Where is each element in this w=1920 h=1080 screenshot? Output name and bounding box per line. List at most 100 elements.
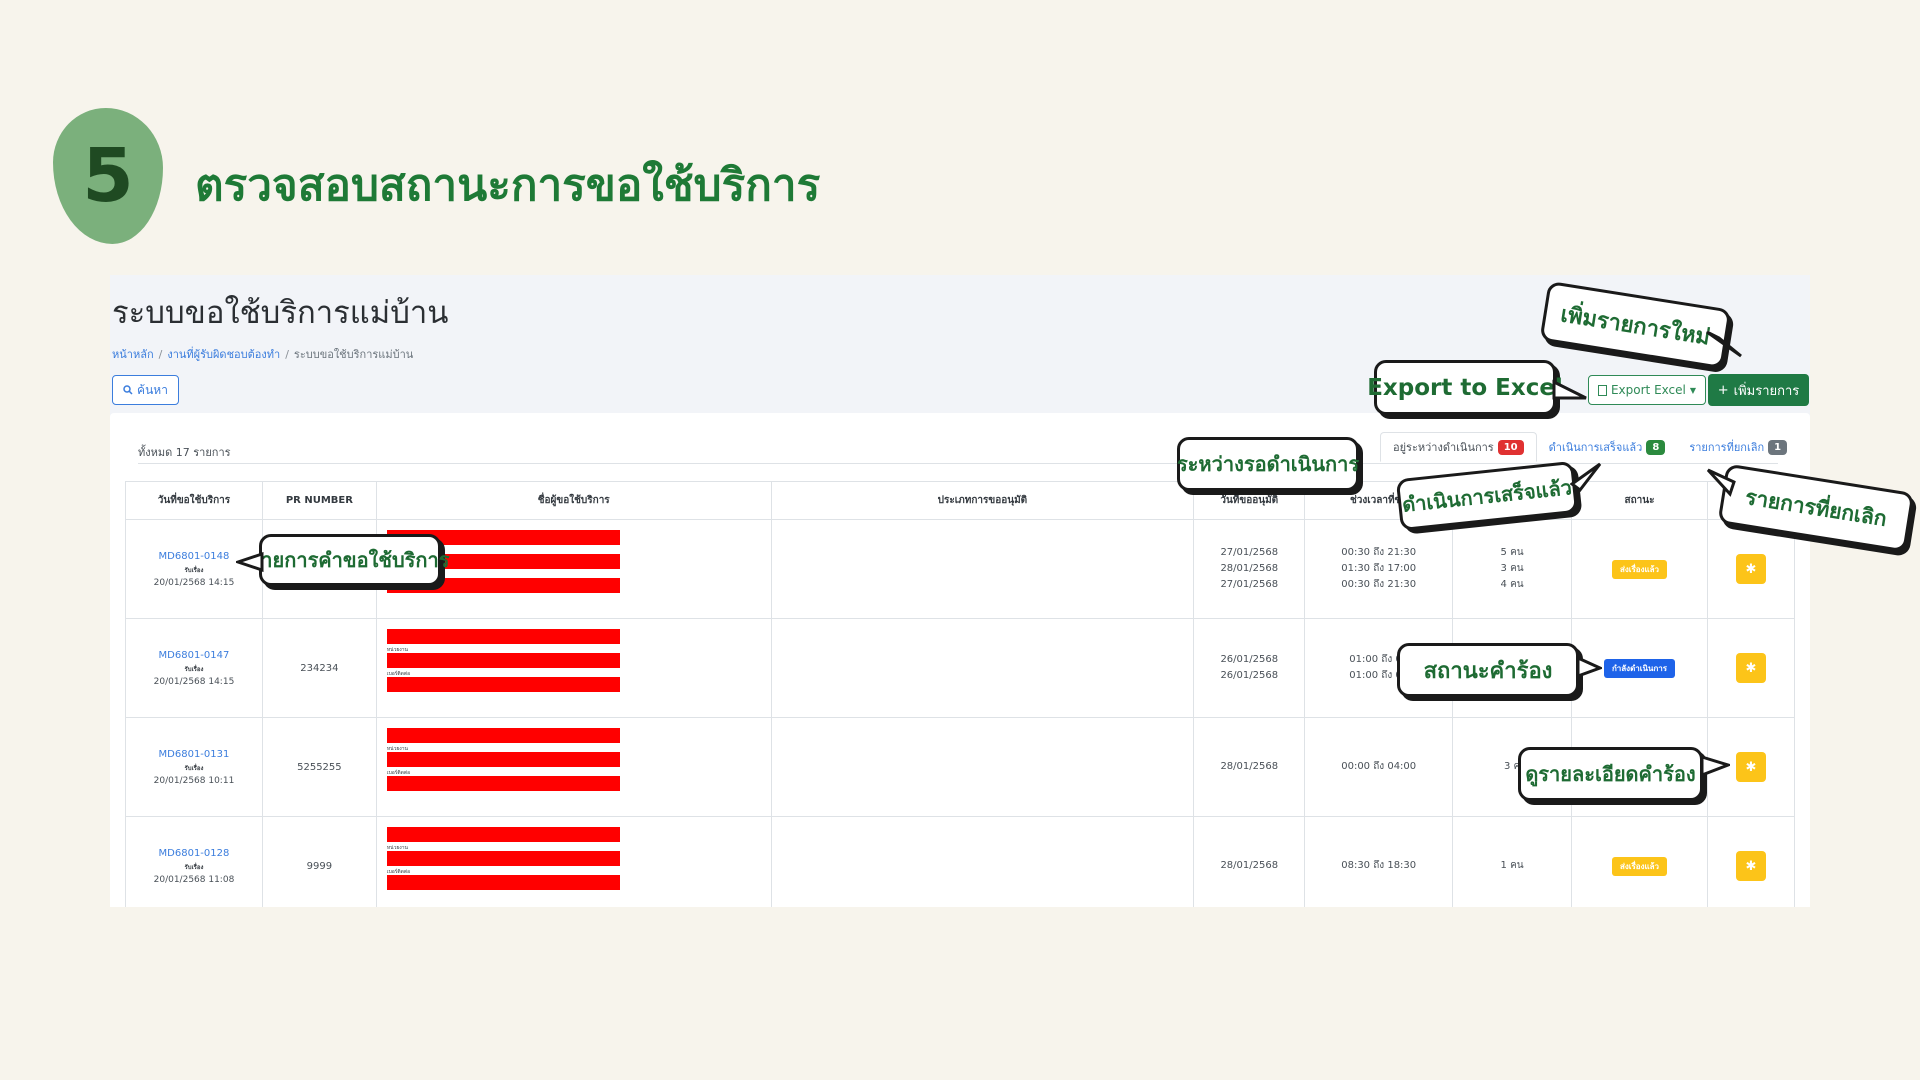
status-cell: ส่งเรื่องแล้ว xyxy=(1571,519,1708,619)
action-cell: ✱ xyxy=(1706,618,1796,718)
callout-export: Export to Excel xyxy=(1367,360,1563,415)
status-cell: ส่งเรื่องแล้ว xyxy=(1571,816,1708,907)
callout-view-detail-tail xyxy=(1700,755,1730,777)
time-range-cell: 08:30 ถึง 18:30 xyxy=(1304,816,1454,907)
breadcrumb: หน้าหลัก / งานที่ผู้รับผิดชอบต้องทำ / ระบบขอ… xyxy=(112,348,414,361)
page-title: ระบบขอใช้บริการแม่บ้าน xyxy=(112,295,449,331)
view-detail-button[interactable]: ✱ xyxy=(1735,752,1766,782)
status-badge: ส่งเรื่องแล้ว xyxy=(1611,559,1668,579)
request-id-link[interactable]: MD6801-0147 xyxy=(126,650,262,661)
pr-number-cell: 9999 xyxy=(261,816,377,907)
redacted-requester-info: หน่วยงาน เบอร์ติดต่อ xyxy=(377,619,771,717)
people-count: 5 คน xyxy=(1500,547,1524,558)
redaction-bar xyxy=(386,677,620,692)
redaction-bar xyxy=(386,851,620,866)
requester-dept-label: หน่วยงาน xyxy=(386,647,408,653)
approval-date: 27/01/2568 xyxy=(1220,547,1279,558)
approval-type-cell xyxy=(770,519,1195,619)
request-id-link[interactable]: MD6801-0128 xyxy=(126,848,262,859)
requester-phone-label: เบอร์ติดต่อ xyxy=(386,869,411,875)
request-id-link[interactable]: MD6801-0131 xyxy=(126,749,262,760)
tab-done-count: 8 xyxy=(1646,439,1666,455)
redaction-bar xyxy=(386,728,620,743)
tab-cancelled[interactable]: รายการที่ยกเลิก 1 xyxy=(1677,432,1799,462)
approval-date-cell: 26/01/2568 26/01/2568 xyxy=(1193,618,1306,718)
step-title: ตรวจสอบสถานะการขอใช้บริการ xyxy=(195,160,821,211)
step-number-badge: 5 xyxy=(53,108,163,244)
tab-pending[interactable]: อยู่ระหว่างดำเนินการ 10 xyxy=(1380,432,1537,462)
breadcrumb-current: ระบบขอใช้บริการแม่บ้าน xyxy=(293,348,414,361)
action-cell: ✱ xyxy=(1706,519,1796,619)
search-label: ค้นหา xyxy=(137,382,168,397)
requester-phone-label: เบอร์ติดต่อ xyxy=(386,671,411,677)
add-label: เพิ่มรายการ xyxy=(1733,383,1800,399)
requester-cell: หน่วยงาน เบอร์ติดต่อ xyxy=(375,618,772,718)
table-row: MD6801-0128 รับเรื่อง 20/01/2568 11:08 9… xyxy=(125,816,1796,907)
callout-done-tail xyxy=(1570,462,1602,492)
col-approval-type: ประเภทการขออนุมัติ xyxy=(770,481,1195,520)
total-count: ทั้งหมด 17 รายการ xyxy=(138,446,231,459)
approval-date: 26/01/2568 xyxy=(1220,654,1279,665)
approval-date-cell: 28/01/2568 xyxy=(1193,816,1306,907)
time-range-cell: 00:30 ถึง 21:30 01:30 ถึง 17:00 00:30 ถึง … xyxy=(1304,519,1454,619)
request-datetime: 20/01/2568 10:11 xyxy=(153,775,235,786)
breadcrumb-tasks[interactable]: งานที่ผู้รับผิดชอบต้องทำ xyxy=(167,348,280,361)
requester-dept-label: หน่วยงาน xyxy=(386,845,408,851)
people-count: 1 คน xyxy=(1500,860,1524,871)
search-button[interactable]: ค้นหา xyxy=(112,375,179,405)
tools-icon: ✱ xyxy=(1745,759,1757,775)
request-date-cell: MD6801-0128 รับเรื่อง 20/01/2568 11:08 xyxy=(125,816,263,907)
step-number: 5 xyxy=(82,133,134,219)
redacted-requester-info: หน่วยงาน เบอร์ติดต่อ xyxy=(377,718,771,816)
approval-type-cell xyxy=(770,618,1195,718)
redaction-bar xyxy=(386,653,620,668)
view-detail-button[interactable]: ✱ xyxy=(1735,851,1766,881)
view-detail-button[interactable]: ✱ xyxy=(1735,554,1766,584)
callout-request-list: รายการคำขอใช้บริการ xyxy=(251,534,449,586)
callout-pending: ระหว่างรอดำเนินการ xyxy=(1177,437,1359,491)
tools-icon: ✱ xyxy=(1745,858,1757,874)
search-icon xyxy=(123,385,133,395)
status-tabs: อยู่ระหว่างดำเนินการ 10 ดำเนินการเสร็จแล… xyxy=(1380,431,1799,463)
request-sub-label: รับเรื่อง xyxy=(184,665,204,673)
tab-pending-count: 10 xyxy=(1497,439,1524,455)
view-detail-button[interactable]: ✱ xyxy=(1735,653,1766,683)
tab-done-label: ดำเนินการเสร็จแล้ว xyxy=(1548,441,1643,454)
requester-phone-label: เบอร์ติดต่อ xyxy=(386,770,411,776)
time-range: 00:30 ถึง 21:30 xyxy=(1341,547,1417,558)
tab-pending-label: อยู่ระหว่างดำเนินการ xyxy=(1393,441,1494,454)
callout-request-status: สถานะคำร้อง xyxy=(1397,643,1579,697)
redacted-requester-info: หน่วยงาน เบอร์ติดต่อ xyxy=(377,817,771,907)
approval-date: 27/01/2568 xyxy=(1220,579,1279,590)
tab-done[interactable]: ดำเนินการเสร็จแล้ว 8 xyxy=(1537,432,1678,462)
breadcrumb-home[interactable]: หน้าหลัก xyxy=(112,348,154,361)
tab-cancelled-count: 1 xyxy=(1768,439,1788,455)
tools-icon: ✱ xyxy=(1745,660,1757,676)
request-datetime: 20/01/2568 14:15 xyxy=(153,676,235,687)
redaction-bar xyxy=(386,752,620,767)
people-count: 4 คน xyxy=(1500,579,1524,590)
request-sub-label: รับเรื่อง xyxy=(184,863,204,871)
time-range: 01:30 ถึง 17:00 xyxy=(1341,563,1417,574)
export-excel-dropdown[interactable]: Export Excel ▼ xyxy=(1588,375,1706,405)
add-item-button[interactable]: + เพิ่มรายการ xyxy=(1708,374,1809,406)
tab-cancelled-label: รายการที่ยกเลิก xyxy=(1689,441,1765,454)
approval-date: 28/01/2568 xyxy=(1220,563,1279,574)
col-requester: ชื่อผู้ขอใช้บริการ xyxy=(375,481,772,520)
redaction-bar xyxy=(386,629,620,644)
approval-date: 28/01/2568 xyxy=(1220,761,1279,772)
approval-type-cell xyxy=(770,717,1195,817)
col-pr-number: PR NUMBER xyxy=(261,481,377,520)
callout-export-tail xyxy=(1552,379,1587,400)
callout-cancelled-tail xyxy=(1706,468,1736,497)
request-sub-label: รับเรื่อง xyxy=(184,764,204,772)
people-count: 3 คน xyxy=(1500,563,1524,574)
pr-number-cell: 234234 xyxy=(261,618,377,718)
callout-request-list-tail xyxy=(236,552,264,572)
col-request-date: วันที่ขอใช้บริการ xyxy=(125,481,263,520)
people-cell: 1 คน xyxy=(1452,816,1573,907)
time-range: 08:30 ถึง 18:30 xyxy=(1341,860,1417,871)
redaction-bar xyxy=(386,875,620,890)
tools-icon: ✱ xyxy=(1745,561,1757,577)
export-label: Export Excel xyxy=(1610,383,1686,397)
